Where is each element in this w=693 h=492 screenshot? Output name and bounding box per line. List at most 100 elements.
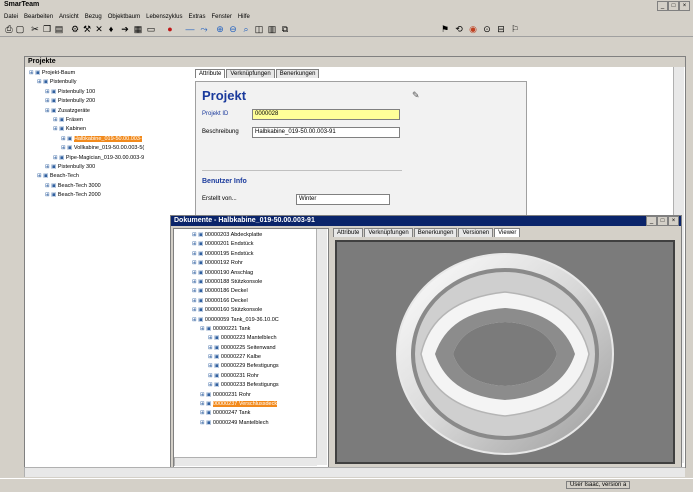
tree-item[interactable]: ⊞ ▣ Vollkabine_019-50.00.003-5( <box>29 144 189 153</box>
tool-icon-8[interactable]: ⊟ <box>496 24 506 34</box>
zoom-in-icon[interactable]: ⊕ <box>215 24 225 34</box>
description-field[interactable]: Halbkabine_019-50.00.003-91 <box>252 127 400 138</box>
tab[interactable]: Viewer <box>494 228 521 237</box>
document-tree[interactable]: ⊞ ▣ 00000203 Abdeckplatte ⊞ ▣ 00000201 En… <box>192 231 328 428</box>
tool-icon-9[interactable]: ⚐ <box>510 24 520 34</box>
viewer-canvas[interactable] <box>335 240 675 464</box>
tool-icon-5[interactable]: ⟲ <box>454 24 464 34</box>
menu-item[interactable]: Bezug <box>85 14 102 20</box>
tree-item-label: 00000233 Befestigungs <box>220 382 279 389</box>
tree-item[interactable]: ⊞ ▣ 00000227 Kalbe <box>192 353 328 362</box>
tree-item[interactable]: ⊞ ▣ 00000225 Seitenwand <box>192 344 328 353</box>
project-tree[interactable]: ⊞ ▣ Projekt-Baum ⊞ ▣ Pistenbully ⊞ ▣ Piste… <box>29 69 189 229</box>
tree-item-label: Pistenbully <box>49 79 77 86</box>
tree-item[interactable]: ⊞ ▣ 00000223 Mantelblech <box>192 334 328 343</box>
doc-maximize-button[interactable]: □ <box>657 216 668 226</box>
tree-item[interactable]: ⊞ ▣ Projekt-Baum <box>29 69 189 78</box>
paste-icon[interactable]: ▤ <box>54 24 64 34</box>
tree-node-icon: ⊞ ▣ <box>192 288 205 295</box>
maximize-button[interactable]: □ <box>668 1 679 11</box>
delete-icon[interactable]: ✕ <box>94 24 104 34</box>
tree-item[interactable]: ⊞ ▣ 00000247 Tank <box>192 409 328 418</box>
tree-item[interactable]: ⊞ ▣ Pistenbully 300 <box>29 163 189 172</box>
tab[interactable]: Attribute <box>195 69 226 78</box>
tree-item[interactable]: ⊞ ▣ Pistenbully 200 <box>29 97 189 106</box>
frame-icon[interactable]: ▥ <box>267 24 277 34</box>
tree-item[interactable]: ⊞ ▣ 00000190 Anschlag <box>192 269 328 278</box>
tab[interactable]: Verknüpfungen <box>226 69 275 78</box>
menu-item[interactable]: Fenster <box>211 14 231 20</box>
tool-icon-7[interactable]: ⊙ <box>482 24 492 34</box>
grid-icon[interactable]: ▦ <box>133 24 143 34</box>
tree-item[interactable]: ⊞ ▣ 00000221 Tank <box>192 325 328 334</box>
print-icon[interactable]: ⎙ <box>4 24 14 34</box>
menu-item[interactable]: Lebenszyklus <box>146 14 182 20</box>
tree-item[interactable]: ⊞ ▣ Halbkabine_019-50.00.003- <box>29 135 189 144</box>
tree-item[interactable]: ⊞ ▣ Kabinen <box>29 125 189 134</box>
menu-bar: Datei Bearbeiten Ansicht Bezug Objektbaum Leb… <box>0 12 693 22</box>
tree-item[interactable]: ⊞ ▣ 00000231 Rohr <box>192 391 328 400</box>
menu-item[interactable]: Extras <box>188 14 205 20</box>
tree-item[interactable]: ⊞ ▣ Zusatzgeräte <box>29 107 189 116</box>
tree-item[interactable]: ⊞ ▣ 00000186 Deckel <box>192 287 328 296</box>
menu-item[interactable]: Bearbeiten <box>24 14 53 20</box>
tree-item[interactable]: ⊞ ▣ Fräsen <box>29 116 189 125</box>
new-icon[interactable]: ▢ <box>15 24 25 34</box>
color-icon[interactable]: ● <box>165 24 175 34</box>
tool-icon-1[interactable]: ⚙ <box>70 24 80 34</box>
layers-icon[interactable]: ◫ <box>254 24 264 34</box>
tree-item[interactable]: ⊞ ▣ 00000233 Befestigungs <box>192 381 328 390</box>
tree-item[interactable]: ⊞ ▣ 00000166 Deckel <box>192 297 328 306</box>
window-icon[interactable]: ▭ <box>146 24 156 34</box>
doc-tree-scrollbar[interactable] <box>316 229 327 465</box>
project-id-field[interactable]: 0000028 <box>252 109 400 120</box>
tree-item[interactable]: ⊞ ▣ Beach-Tech 2000 <box>29 191 189 200</box>
tree-item[interactable]: ⊞ ▣ 00000203 Abdeckplatte <box>192 231 328 240</box>
minimize-button[interactable]: _ <box>657 1 668 11</box>
tree-item[interactable]: ⊞ ▣ 00000059 Tank_019-36.10.0C <box>192 316 328 325</box>
doc-close-button[interactable]: × <box>668 216 679 226</box>
tool-icon-4[interactable]: ⚑ <box>440 24 450 34</box>
tree-item[interactable]: ⊞ ▣ 00000229 Befestigungs <box>192 362 328 371</box>
tool-icon-2[interactable]: ⚒ <box>82 24 92 34</box>
tab[interactable]: Benerkungen <box>413 228 458 237</box>
tab[interactable]: Benerkungen <box>275 69 320 78</box>
cut-icon[interactable]: ✂ <box>30 24 40 34</box>
link-icon[interactable]: ⤳ <box>199 24 209 34</box>
tree-item[interactable]: ⊞ ▣ 00000188 Stützkonsole <box>192 278 328 287</box>
tree-item[interactable]: ⊞ ▣ 00000231 Rohr <box>192 372 328 381</box>
tree-item[interactable]: ⊞ ▣ Pistenbully 100 <box>29 88 189 97</box>
main-hscrollbar[interactable] <box>24 467 685 477</box>
tab[interactable]: Attribute <box>333 228 364 237</box>
tool-icon-6[interactable]: ◉ <box>468 24 478 34</box>
tab[interactable]: Versionen <box>458 228 494 237</box>
doc-minimize-button[interactable]: _ <box>646 216 657 226</box>
copy-icon[interactable]: ❐ <box>42 24 52 34</box>
arrow-icon[interactable]: ➔ <box>120 24 130 34</box>
tree-item[interactable]: ⊞ ▣ 00000249 Mantelblech <box>192 419 328 428</box>
menu-item[interactable]: Hilfe <box>238 14 250 20</box>
line-icon[interactable]: — <box>185 24 195 34</box>
tree-item[interactable]: ⊞ ▣ Pipe-Magician_019-30.00.003-9 <box>29 154 189 163</box>
close-button[interactable]: × <box>679 1 690 11</box>
tree-item[interactable]: ⊞ ▣ 00000195 Endstück <box>192 250 328 259</box>
doc-tree-hscrollbar[interactable] <box>174 457 317 466</box>
tree-item[interactable]: ⊞ ▣ 00000201 Endstück <box>192 240 328 249</box>
menu-item[interactable]: Ansicht <box>59 14 79 20</box>
menu-item[interactable]: Objektbaum <box>108 14 140 20</box>
zoom-icon[interactable]: ⌕ <box>241 24 251 34</box>
tree-item[interactable]: ⊞ ▣ 00000237 Verschlussdeck <box>192 400 328 409</box>
tree-item[interactable]: ⊞ ▣ Pistenbully <box>29 78 189 87</box>
menu-item[interactable]: Datei <box>4 14 18 20</box>
tree-item[interactable]: ⊞ ▣ 00000160 Stützkonsole <box>192 306 328 315</box>
tree-item[interactable]: ⊞ ▣ Beach-Tech 3000 <box>29 182 189 191</box>
tree-item-label: 00000201 Endstück <box>204 241 254 248</box>
window-icon-2[interactable]: ⧉ <box>280 24 290 34</box>
zoom-out-icon[interactable]: ⊖ <box>228 24 238 34</box>
edit-icon[interactable]: ✎ <box>412 90 420 101</box>
tree-item[interactable]: ⊞ ▣ 00000192 Rohr <box>192 259 328 268</box>
tree-item[interactable]: ⊞ ▣ Beach-Tech <box>29 172 189 181</box>
tool-icon-3[interactable]: ♦ <box>106 24 116 34</box>
tab[interactable]: Verknüpfungen <box>364 228 413 237</box>
created-by-field[interactable]: Winter <box>296 194 390 205</box>
